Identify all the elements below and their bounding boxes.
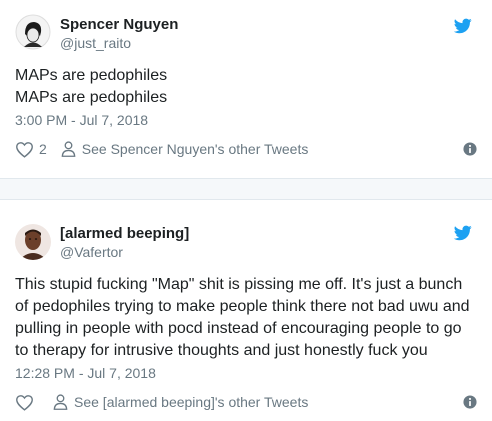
avatar[interactable] xyxy=(15,224,51,260)
other-tweets-label: See [alarmed beeping]'s other Tweets xyxy=(74,394,309,410)
tweet-actions: 2 See Spencer Nguyen's other Tweets xyxy=(15,139,477,159)
heart-icon xyxy=(16,394,33,411)
tweet-text: MAPs are pedophiles MAPs are pedophiles xyxy=(15,65,477,109)
user-handle[interactable]: @just_raito xyxy=(60,35,131,51)
other-tweets-link[interactable]: See Spencer Nguyen's other Tweets xyxy=(61,141,309,157)
avatar[interactable] xyxy=(15,14,51,50)
tweet-text-line: pulling in people with pocd instead of e… xyxy=(15,320,462,337)
tweet-text-line: MAPs are pedophiles xyxy=(15,89,168,106)
tweet-separator xyxy=(0,178,492,200)
tweet-card: [alarmed beeping] @Vafertor This stupid … xyxy=(0,199,492,421)
avatar-image xyxy=(15,14,51,50)
tweet-card: Spencer Nguyen @just_raito MAPs are pedo… xyxy=(0,0,492,178)
twitter-bird-icon[interactable] xyxy=(453,225,472,241)
tweet-text: This stupid fucking "Map" shit is pissin… xyxy=(15,274,477,362)
person-icon xyxy=(53,394,68,410)
avatar-image xyxy=(15,224,51,260)
tweet-text-line: This stupid fucking "Map" shit is pissin… xyxy=(15,276,463,293)
like-button[interactable] xyxy=(15,394,39,411)
other-tweets-label: See Spencer Nguyen's other Tweets xyxy=(81,141,309,157)
timestamp-link[interactable]: 3:00 PM - Jul 7, 2018 xyxy=(15,112,148,128)
info-icon[interactable] xyxy=(463,142,477,156)
twitter-bird-icon[interactable] xyxy=(453,18,472,34)
timestamp-link[interactable]: 12:28 PM - Jul 7, 2018 xyxy=(15,365,156,381)
person-icon xyxy=(61,141,76,157)
like-count: 2 xyxy=(39,141,47,157)
heart-icon xyxy=(16,141,33,158)
display-name[interactable]: Spencer Nguyen xyxy=(60,16,178,33)
tweet-text-line: to therapy for intrusive thoughts and ju… xyxy=(15,342,428,359)
tweet-actions: See [alarmed beeping]'s other Tweets xyxy=(15,392,477,412)
user-handle[interactable]: @Vafertor xyxy=(60,244,123,260)
display-name[interactable]: [alarmed beeping] xyxy=(60,225,189,242)
info-icon[interactable] xyxy=(463,395,477,409)
tweet-text-line: of pedophiles trying to make people thin… xyxy=(15,298,470,315)
tweet-text-line: MAPs are pedophiles xyxy=(15,67,168,84)
other-tweets-link[interactable]: See [alarmed beeping]'s other Tweets xyxy=(53,394,308,410)
like-button[interactable]: 2 xyxy=(15,141,47,158)
